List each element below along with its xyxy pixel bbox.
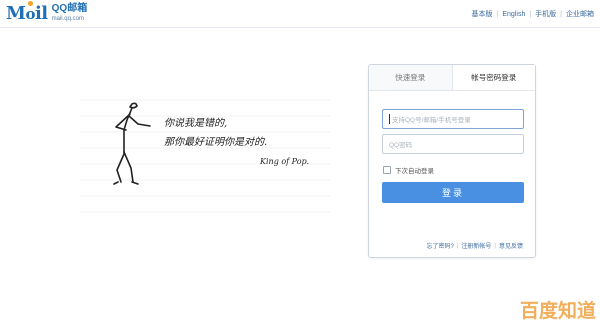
password-placeholder: QQ密码 <box>389 142 413 149</box>
link-separator: | <box>494 242 496 249</box>
feedback-link[interactable]: 意见反馈 <box>499 241 523 250</box>
header: Mo il QQ邮箱 mail.qq.com 基本版 | English | 手机… <box>0 0 600 28</box>
account-input[interactable]: 支持QQ号/邮箱/手机号登录 <box>382 109 524 129</box>
login-button[interactable]: 登录 <box>382 182 524 203</box>
nav-separator: | <box>560 10 562 18</box>
nav-basic-version[interactable]: 基本版 <box>472 9 493 19</box>
logo-name: QQ邮箱 <box>51 3 88 14</box>
quote-signature: King of Pop. <box>259 157 309 166</box>
forgot-password-link[interactable]: 忘了密码? <box>427 241 454 250</box>
password-input[interactable]: QQ密码 <box>382 134 524 154</box>
login-tabs: 快速登录 帐号密码登录 <box>369 65 535 91</box>
quote-line-2: 那你最好证明你是对的. <box>164 136 267 148</box>
nav-enterprise-mail[interactable]: 企业邮箱 <box>566 9 594 19</box>
nav-separator: | <box>529 10 532 18</box>
text-caret <box>389 114 390 124</box>
nav-mobile-version[interactable]: 手机版 <box>535 9 556 19</box>
remember-me[interactable]: 下次自动登录 <box>383 165 434 175</box>
tab-quick-login[interactable]: 快速登录 <box>369 65 452 90</box>
link-separator: | <box>456 242 459 249</box>
logo-mail-text: Mo il <box>6 0 48 24</box>
footer-links: 忘了密码? | 注册新帐号 | 意见反馈 <box>427 241 524 251</box>
register-link[interactable]: 注册新帐号 <box>461 241 491 250</box>
qq-mail-logo[interactable]: Mo il QQ邮箱 mail.qq.com <box>6 0 88 24</box>
dancer-sketch-icon <box>113 102 151 185</box>
top-nav: 基本版 | English | 手机版 | 企业邮箱 <box>472 9 594 19</box>
nav-english[interactable]: English <box>502 11 525 18</box>
promo-illustration: 你说我是错的, 那你最好证明你是对的. King of Pop. <box>80 99 330 213</box>
quote-line-1: 你说我是错的, <box>164 117 227 129</box>
nav-separator: | <box>496 10 499 18</box>
tab-password-login[interactable]: 帐号密码登录 <box>451 65 535 90</box>
logo-domain: mail.qq.com <box>51 16 84 22</box>
remember-label: 下次自动登录 <box>395 168 434 175</box>
remember-checkbox[interactable] <box>383 166 391 174</box>
login-panel: 快速登录 帐号密码登录 支持QQ号/邮箱/手机号登录 QQ密码 下次自动登录 登… <box>368 64 536 258</box>
account-placeholder: 支持QQ号/邮箱/手机号登录 <box>392 117 471 124</box>
baidu-zhidao-watermark: 百度知道 <box>519 300 596 322</box>
